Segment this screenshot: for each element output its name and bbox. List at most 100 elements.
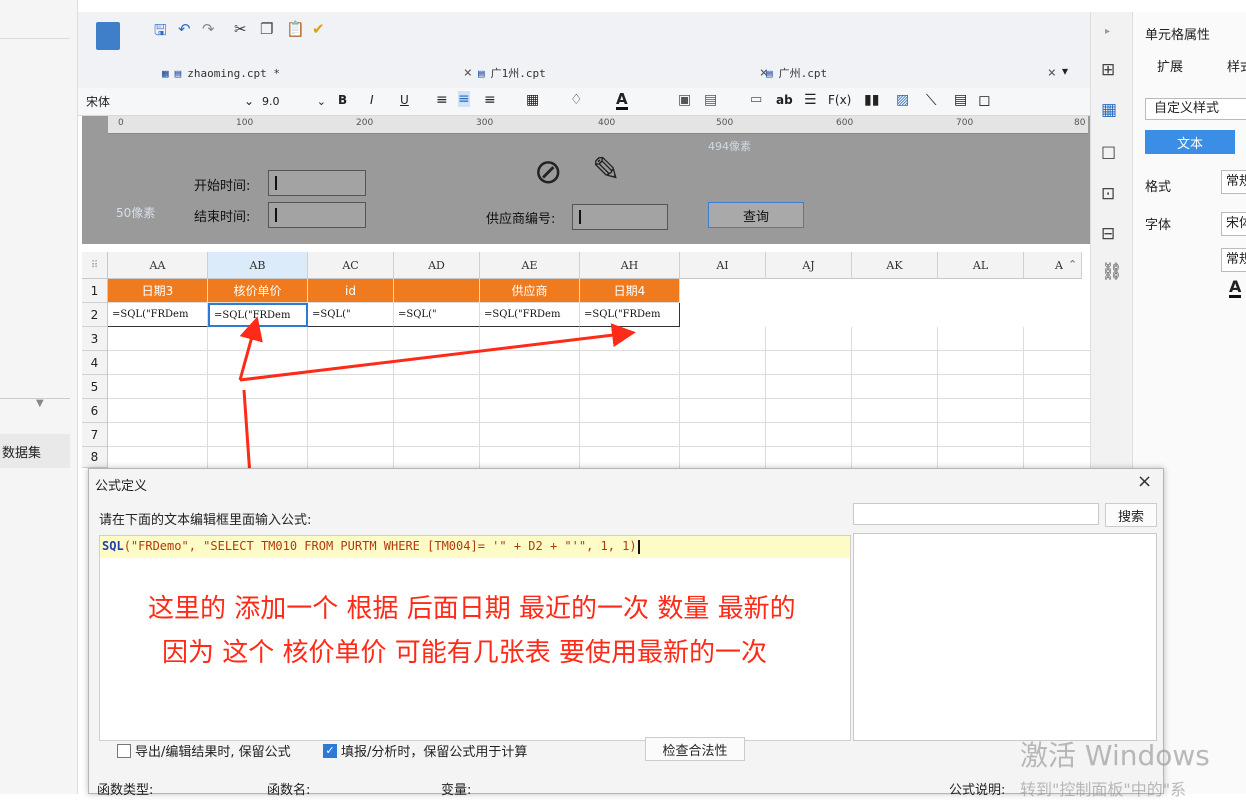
table-cell[interactable]: =SQL(": [308, 303, 394, 327]
text-field-icon[interactable]: ▭: [750, 92, 762, 107]
table-cell[interactable]: id: [308, 279, 394, 303]
image-icon[interactable]: ▨: [896, 92, 909, 108]
table-cell[interactable]: 日期3: [108, 279, 208, 303]
row-header[interactable]: 2: [82, 303, 108, 327]
column-header[interactable]: AI: [680, 252, 766, 279]
cell-element-icon[interactable]: ⊞: [1101, 60, 1115, 80]
row-header[interactable]: 5: [82, 375, 108, 399]
check-validity-button[interactable]: 检查合法性: [645, 737, 745, 761]
function-help-pane[interactable]: [853, 533, 1157, 741]
row-header[interactable]: 1: [82, 279, 108, 303]
font-color-icon[interactable]: A: [616, 91, 628, 110]
condition-icon[interactable]: ⊡: [1101, 184, 1115, 204]
table-cell[interactable]: 日期4: [580, 279, 680, 303]
underline-icon[interactable]: U: [400, 93, 409, 107]
column-header[interactable]: AD: [394, 252, 480, 279]
tab-guang1zhou[interactable]: ▤ 广1州.cpt ×: [478, 62, 768, 84]
table-cell[interactable]: =SQL(": [394, 303, 480, 327]
column-header[interactable]: AA: [108, 252, 208, 279]
dataset-tab[interactable]: 数据集: [0, 434, 70, 468]
expand-icon[interactable]: ▸: [1105, 26, 1110, 37]
search-input[interactable]: [853, 503, 1099, 525]
search-button[interactable]: 搜索: [1105, 503, 1157, 527]
chart-icon[interactable]: ▮▮: [864, 92, 879, 108]
table-cell[interactable]: 核价单价: [208, 279, 308, 303]
chevron-down-icon[interactable]: ▼: [36, 398, 44, 409]
pencil-icon[interactable]: ✎: [592, 150, 621, 190]
style-select[interactable]: 自定义样式: [1145, 98, 1246, 120]
italic-icon[interactable]: I: [370, 93, 374, 107]
column-header[interactable]: AJ: [766, 252, 852, 279]
border-icon[interactable]: ▦: [526, 92, 539, 108]
subreport-icon[interactable]: ▤: [954, 92, 967, 108]
select-all-corner[interactable]: ⠿: [82, 252, 108, 279]
insert-icon[interactable]: ◻: [978, 91, 990, 109]
query-button[interactable]: 查询: [708, 202, 804, 228]
align-left-icon[interactable]: ≡: [436, 92, 448, 108]
style-select-value: 自定义样式: [1154, 101, 1220, 116]
row-header[interactable]: 7: [82, 423, 108, 447]
align-center-icon[interactable]: ≡: [458, 91, 470, 107]
richtext-icon[interactable]: ☰: [804, 92, 817, 108]
start-time-input[interactable]: [268, 170, 366, 196]
column-header[interactable]: AE: [480, 252, 580, 279]
cut-icon[interactable]: ✂: [234, 20, 247, 38]
undo-icon[interactable]: ↶: [178, 20, 191, 38]
link-icon[interactable]: ⛓: [1101, 262, 1123, 282]
font-select[interactable]: 宋体: [1221, 212, 1246, 236]
end-time-input[interactable]: [268, 202, 366, 228]
tab-guangzhou[interactable]: ▤ 广州.cpt ×: [766, 62, 1056, 84]
formula-icon[interactable]: F(x): [828, 93, 851, 107]
formula-editor[interactable]: SQL("FRDemo", "SELECT TM010 FROM PURTM W…: [99, 535, 851, 741]
fill-color-icon[interactable]: ♢: [570, 92, 583, 108]
cell-attribute-icon[interactable]: ▦: [1101, 100, 1117, 120]
tab-menu-icon[interactable]: ▾: [1062, 64, 1068, 78]
table-cell[interactable]: =SQL("FRDem: [108, 303, 208, 327]
widget-settings-icon[interactable]: ☐: [1101, 144, 1116, 164]
column-header[interactable]: AC: [308, 252, 394, 279]
table-cell[interactable]: =SQL("FRDem: [480, 303, 580, 327]
paste-icon[interactable]: 📋: [286, 20, 305, 38]
format-painter-icon[interactable]: ✔: [312, 20, 325, 38]
column-header[interactable]: AL: [938, 252, 1024, 279]
align-right-icon[interactable]: ≡: [484, 92, 496, 108]
column-header[interactable]: AB: [208, 252, 308, 279]
close-icon[interactable]: ×: [464, 65, 472, 81]
supplier-input[interactable]: [572, 204, 668, 230]
redo-icon[interactable]: ↷: [202, 20, 215, 38]
format-value: 常规: [1226, 174, 1246, 189]
keep-formula-calc-checkbox[interactable]: ✓ 填报/分析时，保留公式用于计算: [323, 741, 527, 760]
text-tab[interactable]: 文本: [1145, 130, 1235, 154]
slash-icon[interactable]: ⟍: [926, 91, 937, 109]
column-header[interactable]: AH: [580, 252, 680, 279]
tab-expand[interactable]: 扩展: [1157, 56, 1183, 75]
close-icon[interactable]: ×: [1137, 471, 1152, 492]
table-cell[interactable]: 供应商: [480, 279, 580, 303]
column-header[interactable]: AK: [852, 252, 938, 279]
row-header[interactable]: 3: [82, 327, 108, 351]
split-icon[interactable]: ▤: [704, 92, 717, 108]
table-cell[interactable]: =SQL("FRDem: [580, 303, 680, 327]
tab-style[interactable]: 样式: [1227, 56, 1246, 75]
row-header[interactable]: 6: [82, 399, 108, 423]
bold-icon[interactable]: B: [338, 93, 347, 107]
row-header[interactable]: 4: [82, 351, 108, 375]
font-family-select[interactable]: 宋体 ⌄: [86, 91, 254, 111]
chevron-up-icon[interactable]: ⌃: [1068, 258, 1077, 271]
tab-zhaoming[interactable]: ▦ ▤ zhaoming.cpt * ×: [162, 62, 472, 84]
text-icon[interactable]: ab: [776, 93, 793, 107]
eye-slash-icon[interactable]: ⊘: [534, 152, 563, 192]
close-icon[interactable]: ×: [1048, 65, 1056, 81]
font-size-select[interactable]: 9.0 ⌄: [262, 91, 326, 111]
selected-cell[interactable]: =SQL("FRDem: [208, 303, 308, 327]
copy-icon[interactable]: ❐: [260, 20, 273, 38]
font-color-icon[interactable]: A: [1229, 278, 1242, 298]
save-icon[interactable]: 🖫: [154, 20, 167, 45]
hyperlink-list-icon[interactable]: ⊟: [1101, 224, 1115, 244]
merge-icon[interactable]: ▣: [678, 92, 691, 108]
table-cell[interactable]: [394, 279, 480, 303]
keep-formula-export-checkbox[interactable]: 导出/编辑结果时, 保留公式: [117, 741, 291, 760]
row-header[interactable]: 8: [82, 447, 108, 468]
format-select[interactable]: 常规: [1221, 170, 1246, 194]
font-style-select[interactable]: 常规: [1221, 248, 1246, 272]
